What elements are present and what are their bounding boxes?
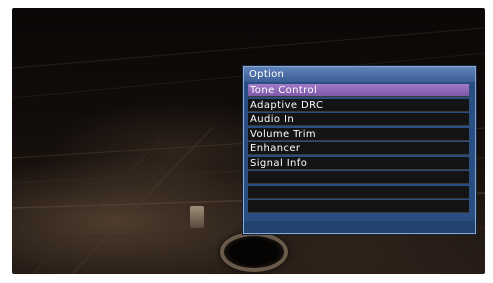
menu-item-audio-in[interactable]: Audio In xyxy=(248,113,469,126)
menu-item-adaptive-drc[interactable]: Adaptive DRC xyxy=(248,98,469,112)
piano-part-image xyxy=(190,206,204,228)
menu-item-empty xyxy=(248,185,469,199)
option-menu-panel: Option Tone Control Adaptive DRC Audio I… xyxy=(243,66,476,234)
option-menu-title: Option xyxy=(244,67,475,82)
menu-item-signal-info[interactable]: Signal Info xyxy=(248,156,469,170)
menu-item-empty xyxy=(248,200,469,213)
piano-hole-image xyxy=(220,232,288,272)
menu-item-volume-trim[interactable]: Volume Trim xyxy=(248,127,469,141)
menu-item-enhancer[interactable]: Enhancer xyxy=(248,142,469,155)
menu-item-empty xyxy=(248,171,469,184)
option-menu-list: Tone Control Adaptive DRC Audio In Volum… xyxy=(248,84,469,215)
menu-item-tone-control[interactable]: Tone Control xyxy=(248,84,469,97)
option-menu-footer xyxy=(244,221,475,233)
